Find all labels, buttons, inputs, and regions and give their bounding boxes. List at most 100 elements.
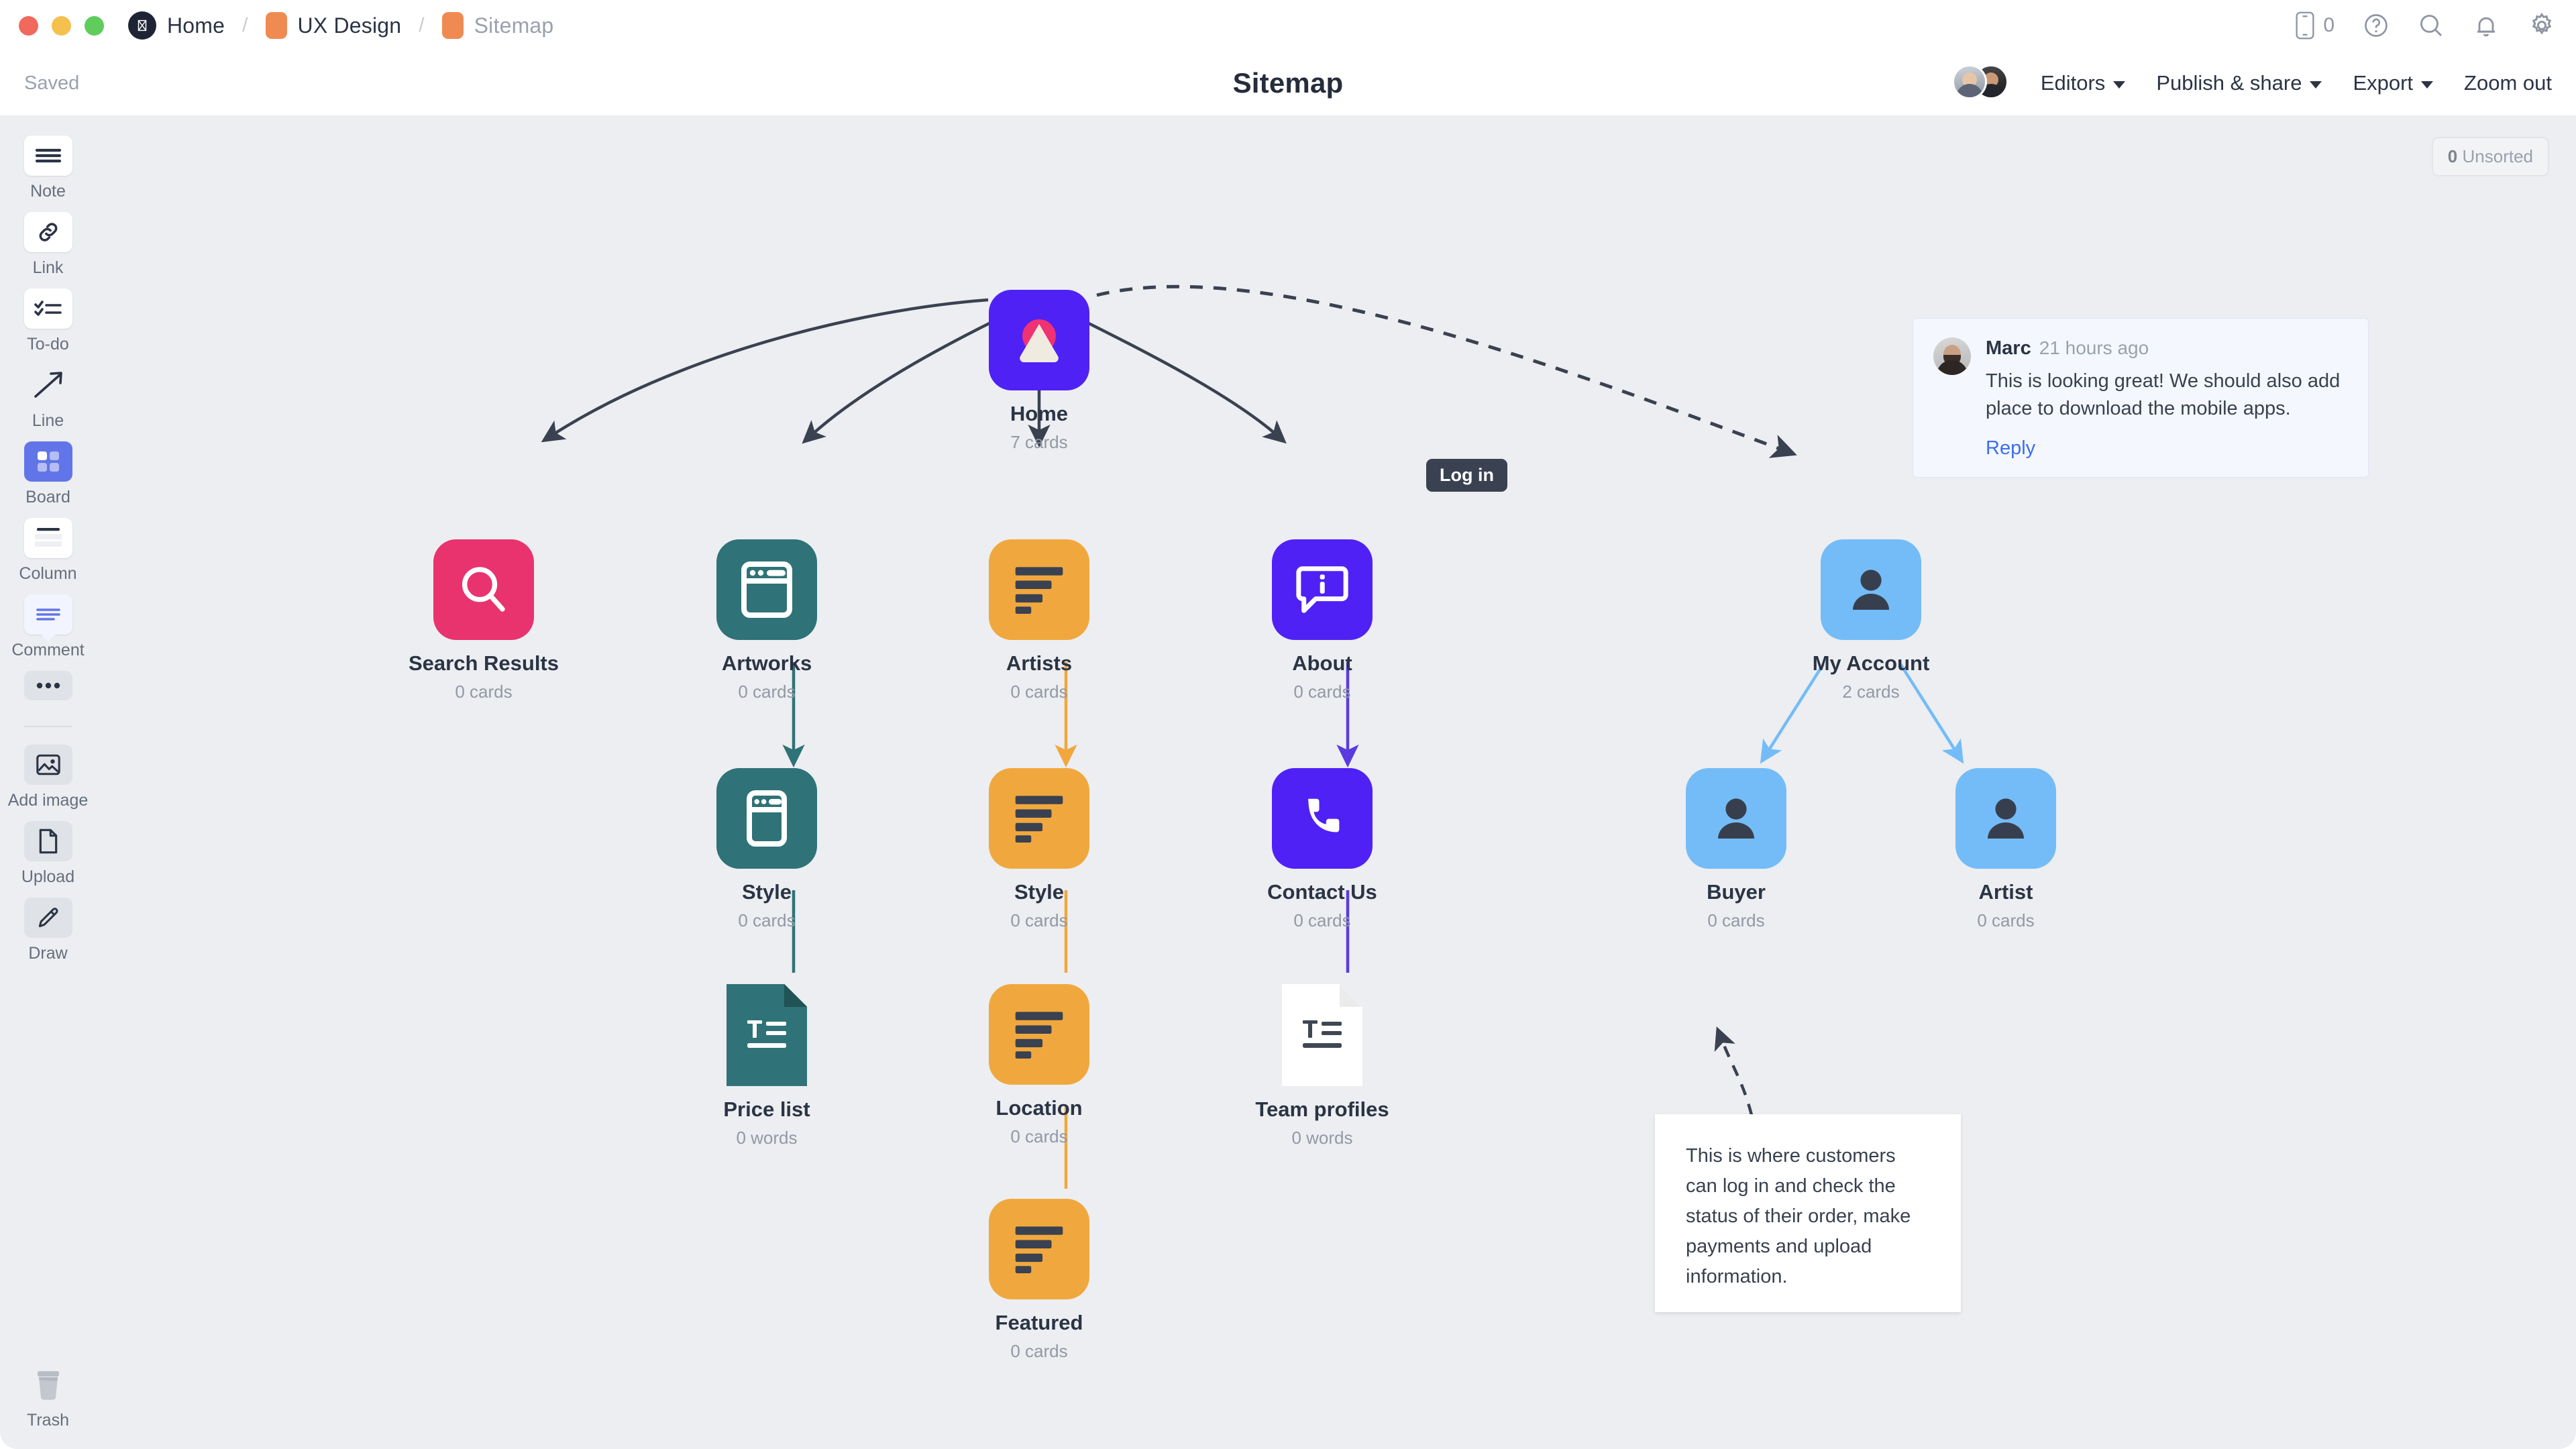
text-lines-icon — [989, 768, 1089, 869]
comment-header: Marc 21 hours ago This is looking great! … — [1933, 337, 2348, 460]
breadcrumb-item-ux-design[interactable]: UX Design — [265, 12, 402, 39]
node-sub-contact-us: 0 cards — [1293, 910, 1351, 930]
node-title-style-artworks: Style — [741, 880, 792, 904]
node-about[interactable]: About 0 cards — [1222, 539, 1423, 702]
minimize-window-button[interactable] — [52, 15, 71, 36]
breadcrumb-item-sitemap[interactable]: Sitemap — [441, 12, 554, 39]
node-search-results[interactable]: Search Results 0 cards — [383, 539, 584, 702]
node-price-list[interactable]: Price list 0 words — [666, 984, 867, 1148]
unsorted-badge[interactable]: 0 Unsorted — [2431, 137, 2549, 176]
annotation-note-text: This is where customers can log in and c… — [1686, 1145, 1911, 1287]
node-sub-artists: 0 cards — [1010, 682, 1068, 702]
node-artworks[interactable]: Artworks 0 cards — [666, 539, 867, 702]
breadcrumb-label-home: Home — [167, 13, 225, 38]
export-label: Export — [2353, 71, 2414, 95]
node-buyer[interactable]: Buyer 0 cards — [1635, 768, 1837, 931]
person-icon — [1686, 768, 1786, 869]
comment-author: Marc — [1986, 337, 2031, 359]
node-team-profiles[interactable]: Team profiles 0 words — [1222, 984, 1423, 1148]
sidebar-item-column[interactable]: Column — [0, 518, 96, 584]
search-button[interactable] — [2418, 12, 2445, 39]
node-sub-artist: 0 cards — [1977, 910, 2035, 930]
breadcrumb: Home / UX Design / Sitemap — [128, 11, 553, 40]
browser-window-icon — [716, 768, 817, 869]
node-home[interactable]: Home 7 cards — [938, 290, 1140, 453]
sidebar-item-draw[interactable]: Draw — [0, 898, 96, 963]
comment-reply-link[interactable]: Reply — [1986, 437, 2035, 460]
node-title-about: About — [1292, 651, 1352, 675]
zoom-out-button[interactable]: Zoom out — [2464, 71, 2552, 95]
node-title-style-artists: Style — [1014, 880, 1065, 904]
node-sub-search-results: 0 cards — [455, 682, 513, 702]
sidebar-item-comment[interactable]: Comment — [0, 594, 96, 660]
document-toolbar: Saved Sitemap Editors Publish & share Ex… — [0, 51, 2576, 115]
sidebar-item-more[interactable] — [0, 671, 96, 700]
node-my-account[interactable]: My Account 2 cards — [1770, 539, 1972, 702]
node-location[interactable]: Location 0 cards — [938, 984, 1140, 1147]
editors-avatars[interactable] — [1951, 64, 2010, 102]
node-title-artists: Artists — [1006, 651, 1073, 675]
node-artist[interactable]: Artist 0 cards — [1905, 768, 2106, 931]
comment-body: This is looking great! We should also ad… — [1986, 370, 2341, 420]
node-featured[interactable]: Featured 0 cards — [938, 1199, 1140, 1362]
node-title-location: Location — [996, 1096, 1083, 1120]
browser-window-icon — [716, 539, 817, 640]
breadcrumb-separator-1: / — [242, 14, 248, 36]
node-title-featured: Featured — [995, 1311, 1083, 1334]
notifications-bell-button[interactable] — [2473, 12, 2500, 39]
document-swatch-icon — [441, 12, 464, 39]
sidebar-label-draw: Draw — [28, 944, 68, 963]
maximize-window-button[interactable] — [85, 15, 104, 36]
comment-card[interactable]: Marc 21 hours ago This is looking great! … — [1913, 318, 2369, 478]
close-window-button[interactable] — [19, 15, 38, 36]
comment-icon — [23, 594, 72, 635]
sidebar-item-todo[interactable]: To-do — [0, 288, 96, 354]
document-text-icon — [1282, 984, 1362, 1086]
node-artists[interactable]: Artists 0 cards — [938, 539, 1140, 702]
chevron-down-icon — [2421, 80, 2434, 89]
node-sub-artworks: 0 cards — [738, 682, 796, 702]
add-image-icon — [23, 745, 72, 785]
comment-avatar — [1933, 337, 1971, 375]
node-sub-my-account: 2 cards — [1842, 682, 1900, 702]
help-button[interactable] — [2363, 12, 2390, 39]
sidebar-item-board[interactable]: Board — [0, 441, 96, 507]
sidebar-item-upload[interactable]: Upload — [0, 821, 96, 887]
link-icon — [23, 212, 72, 252]
breadcrumb-item-home[interactable]: Home — [128, 11, 225, 40]
sidebar-item-note[interactable]: Note — [0, 136, 96, 201]
window-controls — [19, 15, 104, 36]
sidebar-item-line[interactable]: Line — [0, 365, 96, 431]
editors-menu-button[interactable]: Editors — [2041, 71, 2126, 95]
node-sub-team-profiles: 0 words — [1291, 1128, 1353, 1148]
export-menu-button[interactable]: Export — [2353, 71, 2434, 95]
sidebar-item-add-image[interactable]: Add image — [0, 745, 96, 810]
settings-gear-button[interactable] — [2528, 11, 2556, 40]
node-sub-about: 0 cards — [1293, 682, 1351, 702]
line-icon — [24, 365, 72, 405]
node-contact-us[interactable]: Contact Us 0 cards — [1222, 768, 1423, 931]
comment-meta: Marc 21 hours ago — [1986, 337, 2348, 360]
node-sub-featured: 0 cards — [1010, 1341, 1068, 1361]
phone-icon — [1272, 768, 1373, 869]
node-style-artworks[interactable]: Style 0 cards — [666, 768, 867, 931]
edge-label-log-in[interactable]: Log in — [1426, 459, 1507, 492]
chevron-down-icon — [2113, 80, 2126, 89]
sidebar-item-trash[interactable]: Trash — [0, 1364, 96, 1430]
sitemap-canvas[interactable]: 0 Unsorted Log in Home 7 cards Search Re… — [96, 115, 2576, 1449]
magnifier-icon — [433, 539, 534, 640]
mobile-preview-button[interactable]: 0 — [2294, 11, 2334, 40]
publish-share-menu-button[interactable]: Publish & share — [2156, 71, 2322, 95]
comment-timestamp: 21 hours ago — [2039, 337, 2149, 358]
sidebar-label-upload: Upload — [21, 867, 75, 886]
node-title-artist: Artist — [1978, 880, 2033, 904]
sidebar-item-link[interactable]: Link — [0, 212, 96, 278]
breadcrumb-separator-2: / — [419, 14, 425, 36]
person-icon — [1821, 539, 1921, 640]
annotation-note[interactable]: This is where customers can log in and c… — [1655, 1114, 1961, 1312]
text-lines-icon — [989, 1199, 1089, 1299]
node-style-artists[interactable]: Style 0 cards — [938, 768, 1140, 931]
draw-pencil-icon — [23, 898, 72, 938]
sidebar-label-todo: To-do — [27, 335, 69, 354]
document-toolbar-actions: Editors Publish & share Export Zoom out — [1951, 64, 2552, 102]
